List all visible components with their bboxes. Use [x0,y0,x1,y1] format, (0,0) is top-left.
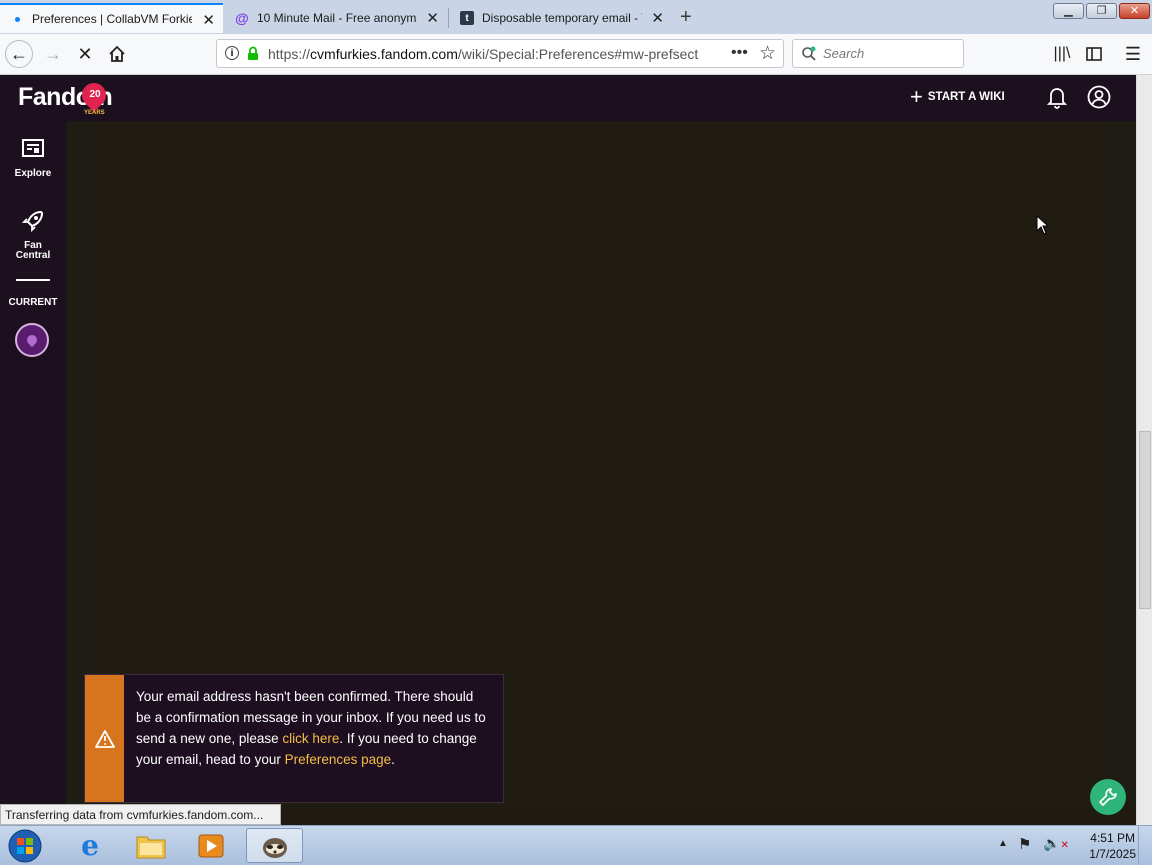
preferences-page-link[interactable]: Preferences page [285,752,392,767]
show-desktop-button[interactable] [1138,826,1152,865]
restore-button[interactable]: ❐ [1086,3,1117,19]
banner-warning-stripe [85,675,124,802]
wiki-tools-button[interactable] [1090,779,1126,815]
sidebar-current-heading: CURRENT [8,297,58,308]
tab-label: Disposable temporary email - T [482,11,642,25]
tab-label: 10 Minute Mail - Free anonymo [257,11,417,25]
start-a-wiki-label: START A WIKI [927,91,1005,103]
sidebar-item-fan-central[interactable]: Fan Central [0,209,66,261]
plus-icon: + [910,84,923,109]
taskbar-media-player[interactable] [185,828,237,863]
library-button[interactable]: |||\ [1048,40,1076,68]
url-bar[interactable]: i https://cvmfurkies.fandom.com/wiki/Spe… [216,39,784,68]
sidebar-toggle-button[interactable] [1080,40,1108,68]
browser-tab-bar: Preferences | CollabVM Forkie W ✕ @ 10 M… [0,0,1152,35]
sidebar-label-central: Central [15,250,51,261]
tab-10-minute-mail[interactable]: @ 10 Minute Mail - Free anonymo ✕ [225,3,447,33]
media-player-icon [198,834,224,857]
stop-icon: ✕ [77,43,93,64]
explore-icon [22,139,44,157]
mouse-cursor-icon [1036,215,1050,235]
internet-explorer-icon: e [81,829,99,862]
fandom-global-nav: Fandom 20 YEARS + START A WIKI [0,75,1136,121]
clock-date: 1/7/2025 [1089,847,1136,861]
wiki-flame-icon [24,332,40,348]
page-actions-icon[interactable]: ••• [731,44,748,62]
tab-separator [448,8,449,28]
tab-disposable-email[interactable]: t Disposable temporary email - T ✕ [450,3,672,33]
tab-close-icon[interactable]: ✕ [426,9,439,27]
menu-button[interactable]: ☰ [1119,40,1147,68]
taskbar-internet-explorer[interactable]: e [64,828,116,863]
taskbar-firefox[interactable] [246,828,303,863]
home-button[interactable] [103,40,131,68]
current-wiki-avatar[interactable] [15,323,49,357]
back-arrow-icon: ← [10,43,28,64]
tab-close-icon[interactable]: ✕ [651,9,664,27]
close-window-button[interactable]: ✕ [1119,3,1150,19]
sidebar-icon [1086,47,1102,61]
sidebar-divider [16,279,50,281]
tab-close-icon[interactable]: ✕ [202,11,215,29]
system-clock[interactable]: 4:51 PM 1/7/2025 [1089,830,1136,862]
search-bar[interactable]: Search [792,39,964,68]
browser-status-bar: Transferring data from cvmfurkies.fandom… [0,804,281,825]
user-account-icon[interactable] [1087,85,1111,109]
resend-confirmation-link[interactable]: click here [282,731,339,746]
tab-label: Preferences | CollabVM Forkie W [32,12,192,26]
show-hidden-icons-button[interactable]: ▲ [998,838,1008,849]
stop-loading-button[interactable]: ✕ [71,40,99,68]
library-icon: |||\ [1053,45,1071,62]
banner-text-part: . [391,752,395,767]
start-button[interactable] [0,828,50,863]
anniversary-badge: 20 [89,89,101,100]
new-tab-button[interactable]: + [680,6,692,29]
windows-taskbar: e ▲ ⚑ 🔈✕ 4:51 PM 1/7/2025 [0,825,1152,865]
windows-start-orb-icon [8,829,42,862]
wrench-icon [1099,788,1117,806]
url-host: cvmfurkies.fandom.com [310,46,458,62]
lock-icon [248,46,258,60]
forward-button[interactable]: → [39,40,67,68]
banner-message: Your email address hasn't been confirmed… [136,686,491,770]
search-input[interactable]: Search [823,46,864,61]
action-center-flag-icon[interactable]: ⚑ [1018,835,1031,853]
fandom-dot-icon [10,12,24,26]
warning-icon [95,730,115,748]
back-button[interactable]: ← [5,40,33,68]
t-icon: t [460,11,474,25]
raccoon-browser-icon [262,837,287,858]
minimize-button[interactable]: ▁ [1053,3,1084,19]
bookmark-star-icon[interactable]: ☆ [759,42,776,65]
scrollbar-thumb[interactable] [1139,431,1151,609]
sidebar-item-explore[interactable]: Explore [0,139,66,179]
at-sign-icon: @ [235,10,249,26]
hamburger-icon: ☰ [1124,43,1142,64]
forward-arrow-icon: → [44,43,62,64]
anniversary-years: YEARS [84,110,105,116]
search-engine-icon [802,46,816,61]
rocket-icon [21,210,44,233]
sidebar-label-explore: Explore [14,168,52,179]
fandom-sidebar: Explore Fan Central CURRENT [0,121,66,806]
folder-icon [136,836,166,858]
page-scrollbar[interactable] [1136,75,1152,825]
taskbar-file-explorer[interactable] [125,828,177,863]
info-icon[interactable]: i [225,46,239,60]
home-icon [109,45,125,62]
url-text: https://cvmfurkies.fandom.com/wiki/Speci… [268,46,698,62]
tab-preferences[interactable]: Preferences | CollabVM Forkie W ✕ [0,3,223,33]
email-confirmation-banner: Your email address hasn't been confirmed… [84,674,504,803]
clock-time: 4:51 PM [1090,831,1135,845]
browser-toolbar: ← → ✕ i https://cvmfurkies.fandom.com/wi… [0,34,1152,75]
volume-muted-icon[interactable]: 🔈✕ [1043,835,1069,852]
notifications-bell-icon[interactable] [1047,85,1067,109]
start-a-wiki-button[interactable]: + START A WIKI [910,84,1005,109]
